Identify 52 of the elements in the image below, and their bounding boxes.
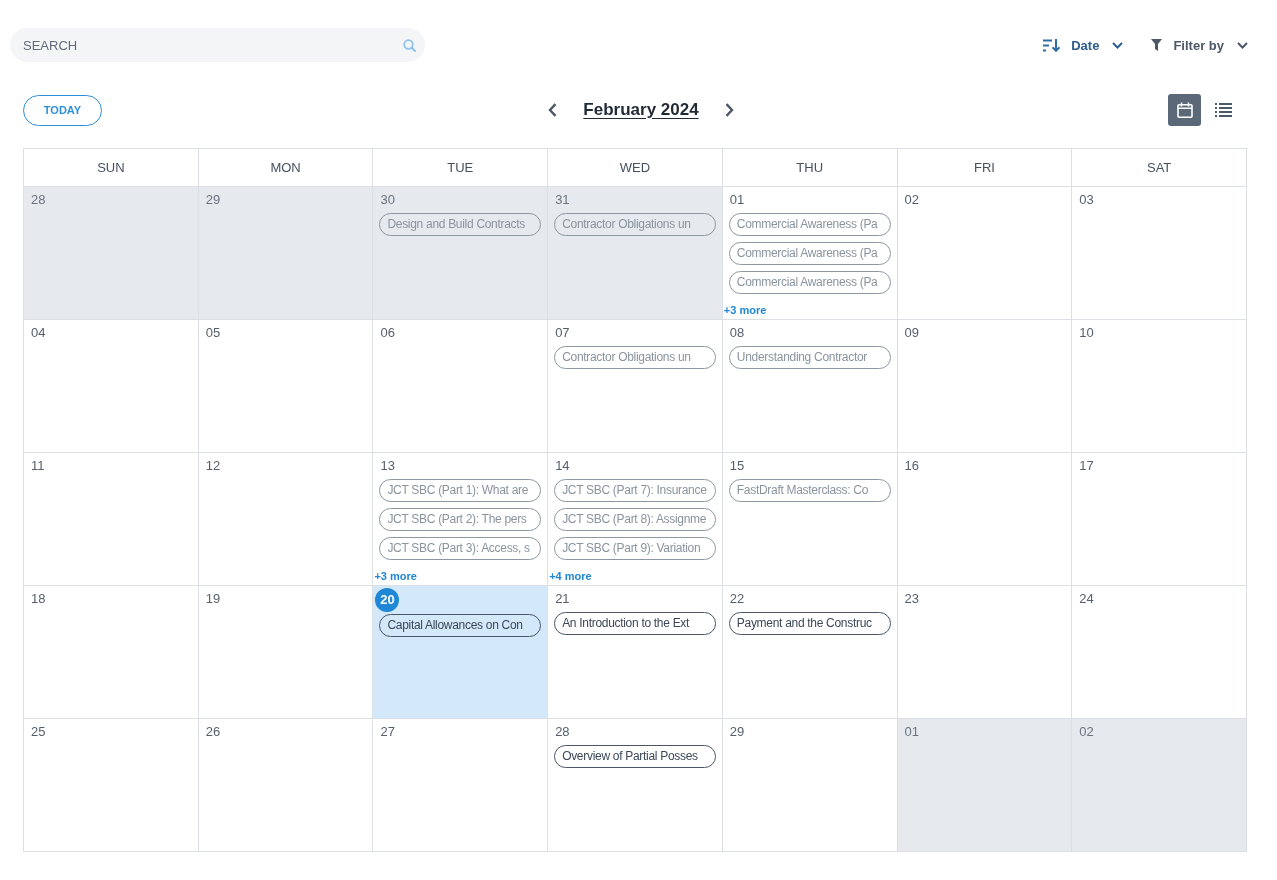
chevron-right-icon[interactable]: [724, 103, 734, 117]
day-number: 07: [555, 325, 570, 341]
calendar-view-button[interactable]: [1168, 94, 1201, 126]
day-number: 26: [205, 724, 221, 740]
day-number: 31: [555, 192, 570, 208]
sort-button[interactable]: Date: [1043, 37, 1124, 53]
day-number: 24: [1079, 591, 1094, 607]
caret-icon: [1112, 41, 1124, 49]
day-number: 08: [729, 325, 745, 341]
day-number: 04: [31, 325, 46, 341]
more-events-link[interactable]: +3 more: [723, 303, 767, 317]
day-number: 14: [555, 458, 570, 474]
day-number: 09: [904, 325, 920, 341]
sort-icon: [1043, 38, 1061, 52]
day-number: 17: [1079, 458, 1094, 474]
day-number: 29: [205, 192, 221, 208]
calendar-icon: [1176, 102, 1193, 118]
chevron-left-icon[interactable]: [548, 103, 558, 117]
day-number: 05: [205, 325, 221, 341]
month-title[interactable]: February 2024: [583, 100, 699, 120]
day-number: 21: [555, 591, 570, 607]
day-number: 29: [729, 724, 745, 740]
today-button[interactable]: TODAY: [23, 94, 102, 126]
day-number: 22: [729, 591, 745, 607]
funnel-icon: [1151, 39, 1163, 51]
day-number: 13: [380, 458, 395, 474]
caret-icon: [1237, 41, 1248, 49]
more-events-link[interactable]: +4 more: [549, 569, 592, 583]
day-number: 18: [31, 591, 46, 607]
day-number: 11: [31, 458, 45, 474]
day-number: 16: [904, 458, 920, 474]
day-number: 03: [1079, 192, 1094, 208]
day-number: 27: [380, 724, 395, 740]
day-number: 25: [31, 724, 46, 740]
search-icon: [403, 38, 416, 52]
day-number: 23: [904, 591, 920, 607]
day-number: 10: [1079, 325, 1094, 341]
filter-button[interactable]: Filter by: [1151, 37, 1248, 53]
day-number: 15: [729, 458, 745, 474]
day-number: 28: [555, 724, 570, 740]
more-events-link[interactable]: +3 more: [374, 569, 417, 583]
day-number: 02: [1079, 724, 1094, 740]
day-number: 01: [904, 724, 920, 740]
day-number: 30: [380, 192, 395, 208]
day-number: 20: [375, 588, 400, 612]
day-number: 01: [729, 192, 745, 208]
day-number: 12: [205, 458, 221, 474]
list-icon: [1215, 103, 1232, 117]
day-number: 28: [31, 192, 46, 208]
day-number: 19: [205, 591, 221, 607]
day-number: 02: [904, 192, 920, 208]
day-number: 06: [380, 325, 395, 341]
